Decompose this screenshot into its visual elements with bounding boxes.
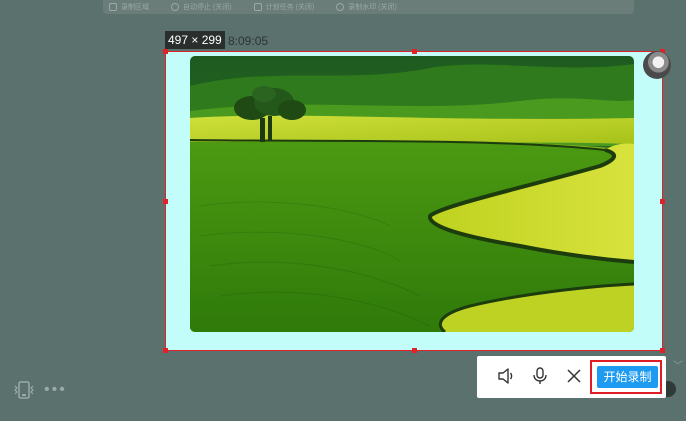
more-options-icon[interactable]: ••• <box>44 381 67 399</box>
selection-size-label: 497 × 299 <box>165 31 225 49</box>
resize-handle-right[interactable] <box>660 199 665 204</box>
start-recording-button[interactable]: 开始录制 <box>597 366 658 388</box>
close-icon[interactable] <box>564 366 584 386</box>
top-toolbar: 录制区域 自动停止 (关闭) 计划任务 (关闭) 录制水印 (关闭) <box>103 0 634 14</box>
device-shake-icon[interactable] <box>12 380 36 400</box>
resize-handle-top-left[interactable] <box>163 49 168 54</box>
top-item-auto-stop[interactable]: 自动停止 (关闭) <box>171 2 232 12</box>
speaker-icon[interactable] <box>496 366 516 386</box>
timestamp: 8:09:05 <box>228 34 269 48</box>
resize-handle-top[interactable] <box>412 49 417 54</box>
watermark-icon <box>336 3 345 11</box>
microphone-icon[interactable] <box>530 366 550 386</box>
top-item-label: 录制水印 (关闭) <box>348 4 397 11</box>
region-icon <box>109 3 117 11</box>
clock-icon <box>171 3 179 11</box>
top-item-label: 录制区域 <box>121 4 149 11</box>
resize-handle-bottom-right[interactable] <box>660 348 665 353</box>
resize-handle-left[interactable] <box>163 199 168 204</box>
resize-handle-bottom[interactable] <box>412 348 417 353</box>
avatar <box>643 51 671 79</box>
alarm-icon <box>253 3 262 11</box>
top-item-schedule[interactable]: 计划任务 (关闭) <box>253 2 315 12</box>
top-item-region[interactable]: 录制区域 <box>109 2 149 12</box>
top-item-label: 计划任务 (关闭) <box>265 4 315 11</box>
resize-handle-bottom-left[interactable] <box>163 348 168 353</box>
landscape-image <box>190 56 634 332</box>
top-item-label: 自动停止 (关闭) <box>183 4 232 11</box>
chevron-down-icon[interactable]: ﹀ <box>673 357 683 372</box>
top-item-watermark[interactable]: 录制水印 (关闭) <box>336 2 397 12</box>
